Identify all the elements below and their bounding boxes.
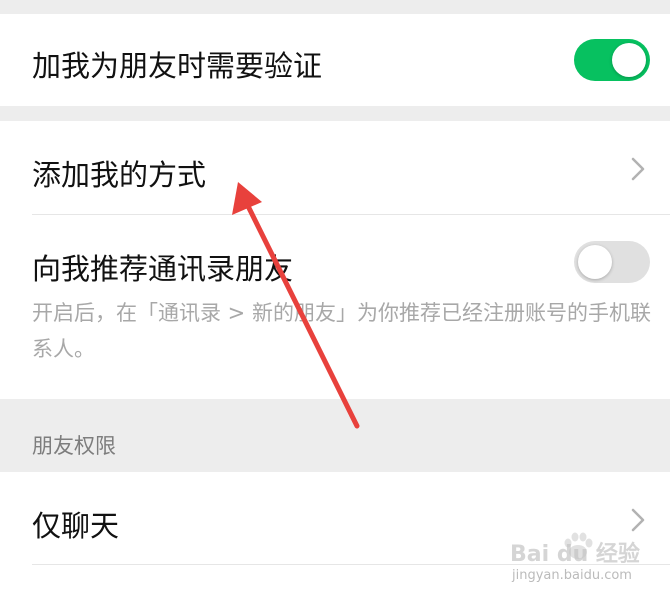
watermark-url: jingyan.baidu.com <box>512 568 632 583</box>
recommend-label: 向我推荐通讯录朋友 <box>32 252 294 286</box>
chevron-right-icon <box>631 157 645 181</box>
watermark-logo: Bai du 经验 jingyan.baidu.com <box>510 532 665 594</box>
toggle-knob <box>612 43 646 77</box>
privacy-card: 添加我的方式 向我推荐通讯录朋友 开启后，在「通讯录 > 新的朋友」为你推荐已经… <box>0 121 670 399</box>
add-methods-label: 添加我的方式 <box>32 158 207 192</box>
add-methods-row[interactable]: 添加我的方式 <box>0 121 670 214</box>
recommend-toggle[interactable] <box>574 241 650 283</box>
chevron-right-icon <box>631 508 645 532</box>
verify-label: 加我为朋友时需要验证 <box>32 49 323 83</box>
chat-only-label: 仅聊天 <box>32 509 120 543</box>
verify-card: 加我为朋友时需要验证 <box>0 14 670 106</box>
verify-toggle[interactable] <box>574 39 650 81</box>
toggle-knob <box>578 245 612 279</box>
row-divider <box>32 214 670 215</box>
watermark-brand: Bai du 经验 <box>510 542 640 567</box>
recommend-description: 开启后，在「通讯录 > 新的朋友」为你推荐已经注册账号的手机联系人。 <box>32 301 651 361</box>
section-header-friends-permission: 朋友权限 <box>32 434 116 458</box>
